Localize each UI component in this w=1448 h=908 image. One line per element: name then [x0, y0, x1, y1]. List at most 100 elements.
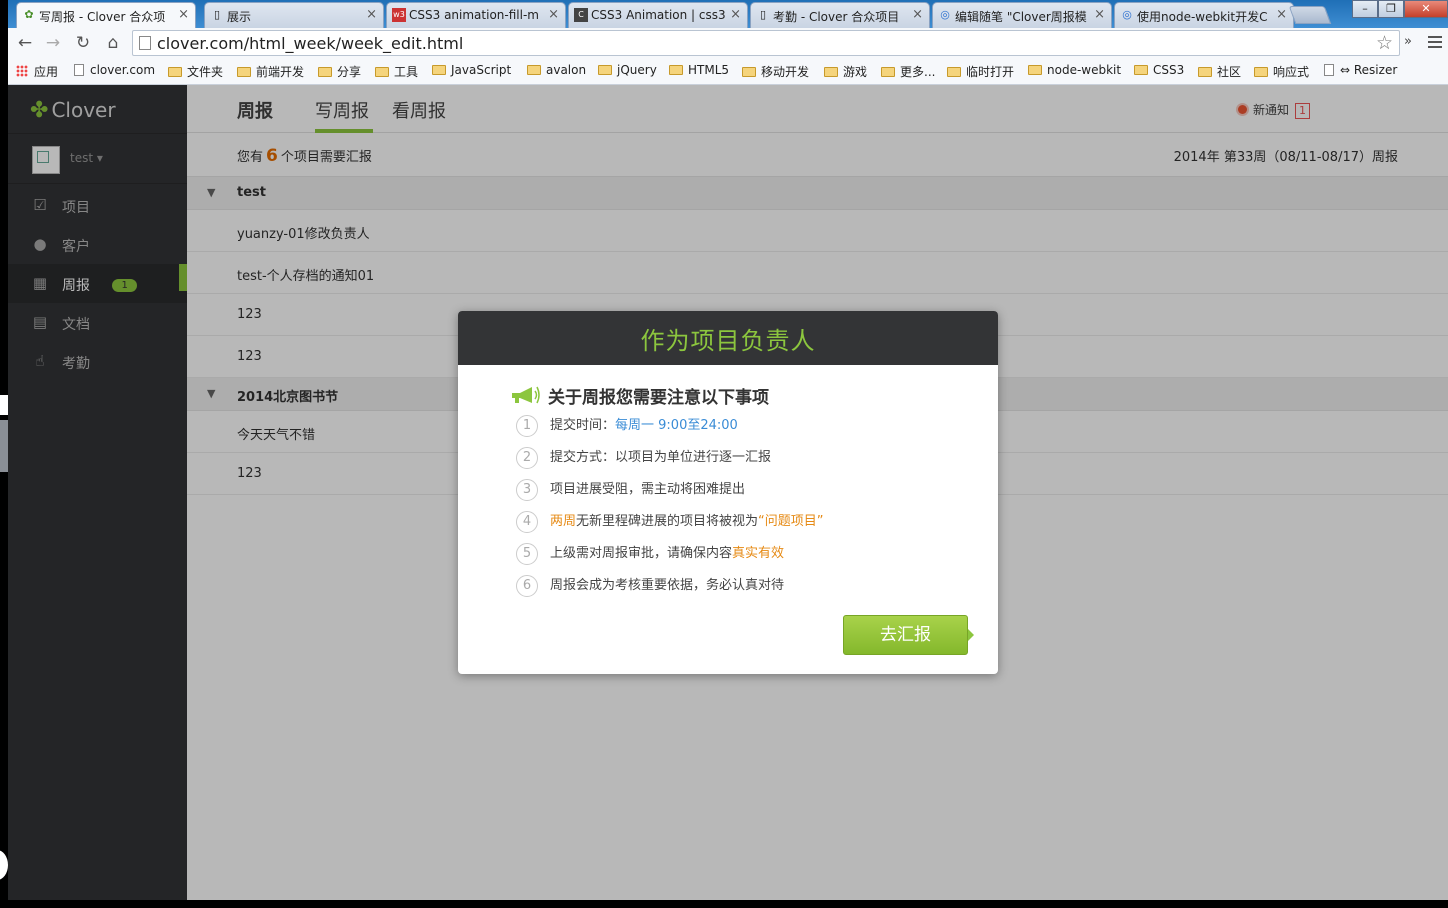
page-icon — [1324, 64, 1334, 76]
tip-item: 4 两周无新里程碑进展的项目将被视为“问题项目” — [516, 511, 824, 543]
apps-grid-icon — [16, 65, 28, 77]
tip-number: 1 — [516, 415, 538, 437]
folder-icon — [598, 65, 612, 75]
close-window-button[interactable]: ✕ — [1404, 0, 1448, 18]
bookmark-folder[interactable]: CSS3 — [1134, 63, 1184, 77]
bookmark-folder[interactable]: jQuery — [598, 63, 657, 77]
browser-tab[interactable]: ◎ 使用node-webkit开发C × — [1114, 2, 1294, 28]
folder-icon — [742, 67, 756, 77]
bookmark-folder[interactable]: 临时打开 — [947, 63, 1014, 80]
tab-title: 写周报 - Clover 合众项 — [39, 10, 166, 24]
bookmarks-bar: 应用 clover.com 文件夹 前端开发 分享 工具 JavaScript … — [8, 58, 1448, 85]
folder-icon — [432, 65, 446, 75]
url-text: clover.com/html_week/week_edit.html — [157, 34, 464, 53]
browser-chrome: ✿ 写周报 - Clover 合众项 × ▯ 展示 × w3 CSS3 anim… — [8, 0, 1448, 85]
tip-item: 2 提交方式：以项目为单位进行逐一汇报 — [516, 447, 824, 479]
address-bar[interactable]: clover.com/html_week/week_edit.html ☆ — [132, 30, 1400, 56]
browser-tab[interactable]: ▯ 展示 × — [204, 2, 384, 28]
browser-tab[interactable]: C CSS3 Animation | css3 × — [568, 2, 748, 28]
tip-number: 4 — [516, 511, 538, 533]
bookmark-folder[interactable]: node-webkit — [1028, 63, 1121, 77]
close-tab-icon[interactable]: × — [178, 7, 189, 22]
tab-title: 编辑随笔 "Clover周报模 — [955, 10, 1087, 24]
folder-icon — [168, 67, 182, 77]
bookmark-star-icon[interactable]: ☆ — [1376, 32, 1393, 54]
browser-tab[interactable]: ▯ 考勤 - Clover 合众项目 × — [750, 2, 930, 28]
tab-title: CSS3 animation-fill-m — [409, 8, 539, 22]
reload-icon[interactable]: ↻ — [72, 32, 94, 54]
tip-number: 6 — [516, 575, 538, 597]
new-tab-button[interactable] — [1288, 6, 1332, 24]
browser-toolbar: ← → ↻ ⌂ clover.com/html_week/week_edit.h… — [8, 28, 1448, 58]
bookmark-folder[interactable]: 前端开发 — [237, 63, 304, 80]
desktop-window-edge — [0, 420, 8, 472]
w3-favicon-icon: w3 — [392, 8, 406, 22]
folder-icon — [1198, 67, 1212, 77]
bookmark-folder[interactable]: 分享 — [318, 63, 361, 80]
tab-title: 考勤 - Clover 合众项目 — [773, 10, 900, 24]
tip-number: 2 — [516, 447, 538, 469]
tab-strip: ✿ 写周报 - Clover 合众项 × ▯ 展示 × w3 CSS3 anim… — [8, 0, 1448, 28]
blog-favicon-icon: ◎ — [1122, 8, 1132, 21]
bookmark-folder[interactable]: JavaScript — [432, 63, 511, 77]
forward-arrow-icon[interactable]: → — [42, 32, 64, 54]
tab-title: 展示 — [227, 10, 252, 24]
close-tab-icon[interactable]: × — [1276, 7, 1287, 22]
bookmark-folder[interactable]: HTML5 — [669, 63, 729, 77]
clover-app: ✤ Clover test ▾ ☑ 项目 ● 客户 ▦ 周报 1 ▤ 文档 ☝ … — [8, 85, 1448, 900]
bookmark-item[interactable]: clover.com — [74, 63, 155, 77]
notice-dialog: 作为项目负责人 关于周报您需要注意以下事项 1 提交时间：每周一 9:00至24… — [458, 311, 998, 674]
tip-item: 3 项目进展受阻，需主动将困难提出 — [516, 479, 824, 511]
maximize-button[interactable]: ❐ — [1378, 0, 1404, 18]
blog-favicon-icon: ◎ — [940, 8, 950, 21]
taskbar-edge — [0, 900, 1448, 908]
tip-number: 3 — [516, 479, 538, 501]
tips-list: 1 提交时间：每周一 9:00至24:00 2 提交方式：以项目为单位进行逐一汇… — [516, 415, 824, 607]
close-tab-icon[interactable]: × — [730, 7, 741, 22]
folder-icon — [1028, 65, 1042, 75]
close-tab-icon[interactable]: × — [1094, 7, 1105, 22]
desktop-circle-icon — [0, 850, 8, 880]
window-controls: – ❐ ✕ — [1352, 0, 1448, 20]
dialog-title: 关于周报您需要注意以下事项 — [548, 388, 769, 408]
minimize-button[interactable]: – — [1352, 0, 1378, 18]
bookmark-item[interactable]: ⇔ Resizer — [1324, 63, 1397, 77]
tab-title: CSS3 Animation | css3 — [591, 8, 726, 22]
bookmark-folder[interactable]: 社区 — [1198, 63, 1241, 80]
close-tab-icon[interactable]: × — [548, 7, 559, 22]
page-icon — [139, 36, 151, 50]
browser-tab[interactable]: w3 CSS3 animation-fill-m × — [386, 2, 566, 28]
page-icon — [74, 64, 84, 76]
go-report-button[interactable]: 去汇报 — [843, 615, 974, 655]
bookmark-folder[interactable]: 响应式 — [1254, 63, 1309, 80]
bookmark-folder[interactable]: 工具 — [375, 63, 418, 80]
megaphone-icon — [512, 386, 540, 404]
desktop-edge — [0, 85, 8, 900]
css-favicon-icon: C — [574, 8, 588, 22]
home-icon[interactable]: ⌂ — [102, 32, 124, 54]
bookmark-folder[interactable]: 游戏 — [824, 63, 867, 80]
bookmark-folder[interactable]: 更多... — [881, 63, 935, 80]
folder-icon — [947, 67, 961, 77]
bookmark-folder[interactable]: 文件夹 — [168, 63, 223, 80]
close-tab-icon[interactable]: × — [912, 7, 923, 22]
close-tab-icon[interactable]: × — [366, 7, 377, 22]
browser-tab[interactable]: ◎ 编辑随笔 "Clover周报模 × — [932, 2, 1112, 28]
folder-icon — [824, 67, 838, 77]
back-arrow-icon[interactable]: ← — [14, 32, 36, 54]
tab-title: 使用node-webkit开发C — [1137, 10, 1268, 24]
bookmark-folder[interactable]: 移动开发 — [742, 63, 809, 80]
desktop-window-edge — [0, 395, 8, 415]
dialog-header: 作为项目负责人 — [458, 311, 998, 365]
browser-tab-active[interactable]: ✿ 写周报 - Clover 合众项 × — [16, 2, 196, 28]
bookmark-folder[interactable]: avalon — [527, 63, 586, 77]
clover-favicon-icon: ✿ — [24, 8, 34, 21]
page-favicon-icon: ▯ — [213, 8, 221, 21]
tip-item: 1 提交时间：每周一 9:00至24:00 — [516, 415, 824, 447]
chrome-menu-icon[interactable] — [1428, 36, 1442, 50]
bookmark-apps[interactable]: 应用 — [16, 63, 58, 80]
extensions-chevron-icon[interactable]: » — [1404, 34, 1412, 49]
folder-icon — [318, 67, 332, 77]
folder-icon — [237, 67, 251, 77]
folder-icon — [881, 67, 895, 77]
